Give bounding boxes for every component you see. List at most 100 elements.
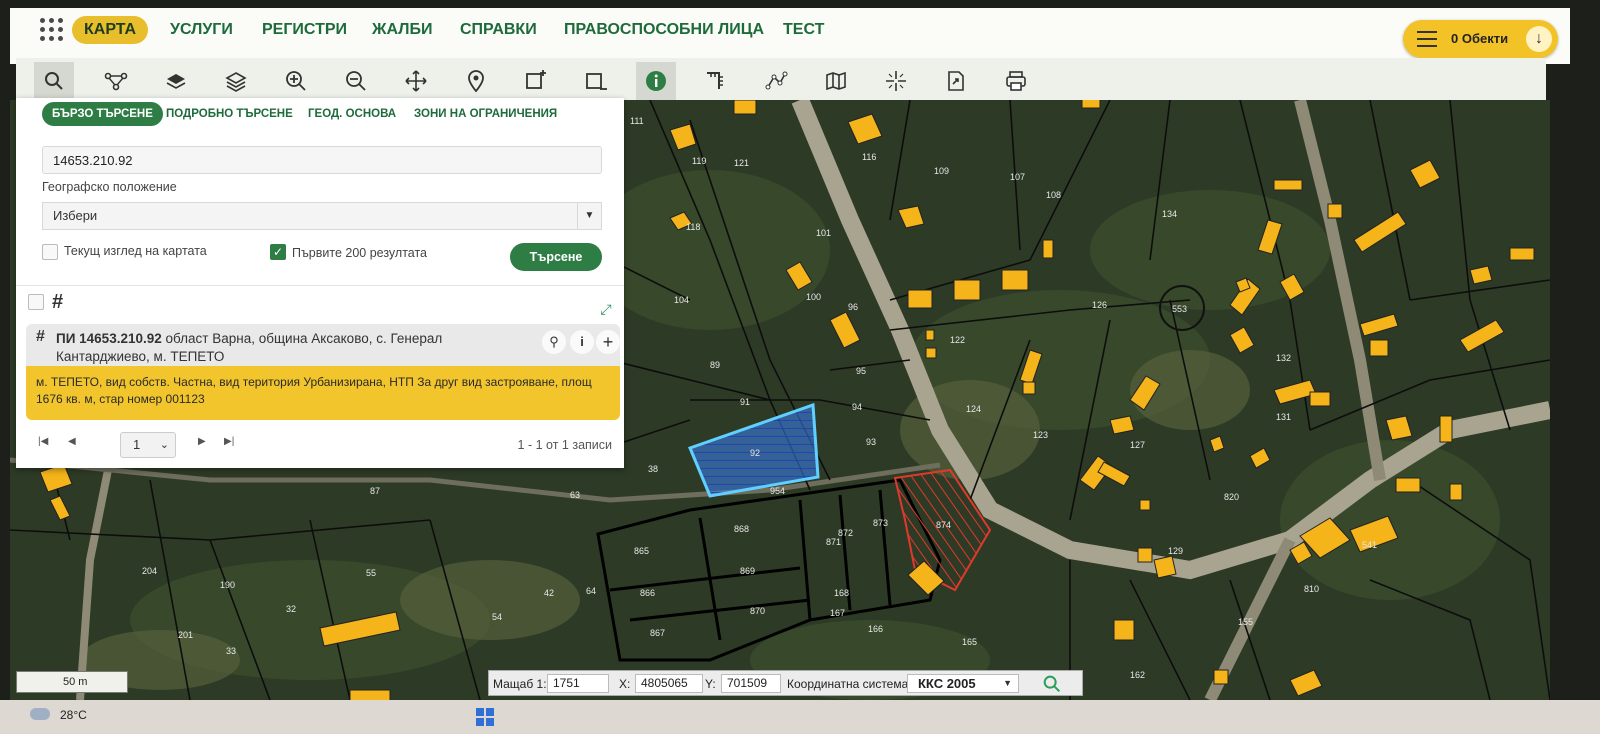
os-taskbar: 28°C xyxy=(0,700,1600,734)
layers-icon[interactable] xyxy=(156,62,196,100)
svg-text:820: 820 xyxy=(1224,492,1239,502)
geo-location-label: Географско положение xyxy=(42,180,177,194)
pan-icon[interactable] xyxy=(396,62,436,100)
nav-licensed-persons[interactable]: ПРАВОСПОСОБНИ ЛИЦА xyxy=(564,16,764,44)
divider xyxy=(16,285,624,286)
svg-text:95: 95 xyxy=(856,366,866,376)
caret-down-icon: ▼ xyxy=(1003,678,1012,688)
layers-stack-icon[interactable] xyxy=(216,62,256,100)
geo-location-value: Избери xyxy=(53,208,98,223)
last-page-icon[interactable]: ▶| xyxy=(224,436,234,447)
menu-icon xyxy=(1417,31,1437,47)
tab-quick-search[interactable]: БЪРЗО ТЪРСЕНЕ xyxy=(42,102,163,126)
page-number: 1 xyxy=(133,437,141,452)
svg-text:111: 111 xyxy=(630,116,644,126)
crosshair-icon[interactable] xyxy=(876,62,916,100)
search-icon[interactable] xyxy=(34,62,74,100)
svg-text:162: 162 xyxy=(1130,670,1145,680)
tab-geodetic-base[interactable]: ГЕОД. ОСНОВА xyxy=(308,102,396,126)
svg-text:872: 872 xyxy=(838,528,853,538)
nav-services[interactable]: УСЛУГИ xyxy=(170,16,233,44)
svg-text:866: 866 xyxy=(640,588,655,598)
svg-text:32: 32 xyxy=(286,604,296,614)
svg-text:127: 127 xyxy=(1130,440,1145,450)
svg-text:116: 116 xyxy=(862,152,876,162)
scale-value[interactable]: 1751 xyxy=(547,674,609,693)
svg-text:165: 165 xyxy=(962,637,977,647)
map-icon[interactable] xyxy=(816,62,856,100)
zoom-out-icon[interactable] xyxy=(336,62,376,100)
select-all-checkbox[interactable] xyxy=(28,294,44,310)
zoom-in-icon[interactable] xyxy=(276,62,316,100)
next-page-icon[interactable]: ▶ xyxy=(198,436,206,447)
hash-icon: # xyxy=(52,291,64,313)
tab-detailed-search[interactable]: ПОДРОБНО ТЪРСЕНЕ xyxy=(166,102,293,126)
marker-icon[interactable] xyxy=(456,62,496,100)
arrow-down-icon[interactable]: ↓ xyxy=(1526,26,1552,52)
nav-registers[interactable]: РЕГИСТРИ xyxy=(262,16,347,44)
pagination: |◀ ◀ 1 ⌄ ▶ ▶| 1 - 1 от 1 записи xyxy=(36,432,616,458)
svg-text:92: 92 xyxy=(750,448,760,458)
svg-text:168: 168 xyxy=(834,588,849,598)
tab-restriction-zones[interactable]: ЗОНИ НА ОГРАНИЧЕНИЯ xyxy=(414,102,557,126)
result-title: ПИ 14653.210.92 област Варна, община Акс… xyxy=(56,330,526,366)
svg-text:867: 867 xyxy=(650,628,665,638)
info-icon[interactable]: i xyxy=(570,330,594,354)
svg-text:204: 204 xyxy=(142,566,157,576)
page-select[interactable]: 1 ⌄ xyxy=(120,432,176,458)
nav-reports[interactable]: СПРАВКИ xyxy=(460,16,537,44)
objects-button[interactable]: 0 Обекти ↓ xyxy=(1403,20,1558,58)
search-icon[interactable] xyxy=(1041,673,1063,695)
hash-icon: # xyxy=(36,328,45,345)
polyline-icon[interactable] xyxy=(756,62,796,100)
svg-text:134: 134 xyxy=(1162,209,1177,219)
svg-text:104: 104 xyxy=(674,295,689,305)
nav-map[interactable]: КАРТА xyxy=(72,16,149,44)
search-button[interactable]: Търсене xyxy=(510,243,602,271)
svg-text:118: 118 xyxy=(686,222,700,232)
x-value: 4805065 xyxy=(635,674,703,693)
svg-text:89: 89 xyxy=(710,360,720,370)
result-description: м. ТЕПЕТО, вид собств. Частна, вид терит… xyxy=(36,375,592,406)
nav-complaints[interactable]: ЖАЛБИ xyxy=(372,16,432,44)
geo-location-select[interactable]: Избери ▼ xyxy=(42,202,602,230)
svg-text:42: 42 xyxy=(544,588,554,598)
info-icon[interactable] xyxy=(636,62,676,100)
first-200-checkbox[interactable]: ✓ xyxy=(270,244,286,260)
prev-page-icon[interactable]: ◀ xyxy=(68,436,76,447)
svg-text:871: 871 xyxy=(826,537,841,547)
select-add-icon[interactable] xyxy=(516,62,556,100)
crs-value: ККС 2005 xyxy=(918,676,976,691)
svg-text:55: 55 xyxy=(366,568,376,578)
apps-grid-icon[interactable] xyxy=(40,18,64,42)
nav-test[interactable]: ТЕСТ xyxy=(783,16,824,44)
svg-text:167: 167 xyxy=(830,608,845,618)
expand-icon[interactable]: ⤢ xyxy=(598,301,614,317)
result-card[interactable]: # ПИ 14653.210.92 област Варна, община А… xyxy=(26,324,620,420)
first-page-icon[interactable]: |◀ xyxy=(38,436,48,447)
measure-icon[interactable] xyxy=(696,62,736,100)
svg-text:810: 810 xyxy=(1304,584,1319,594)
svg-text:874: 874 xyxy=(936,520,951,530)
svg-text:869: 869 xyxy=(740,566,755,576)
top-navigation: КАРТА УСЛУГИ РЕГИСТРИ ЖАЛБИ СПРАВКИ ПРАВ… xyxy=(10,8,1570,64)
zoom-to-icon[interactable]: ⚲ xyxy=(542,330,566,354)
crs-select[interactable]: ККС 2005 ▼ xyxy=(907,674,1019,693)
print-icon[interactable] xyxy=(996,62,1036,100)
windows-start-icon[interactable] xyxy=(476,708,494,726)
svg-text:87: 87 xyxy=(370,486,380,496)
svg-text:201: 201 xyxy=(178,630,193,640)
search-input[interactable] xyxy=(42,146,602,174)
current-view-checkbox[interactable] xyxy=(42,244,58,260)
select-remove-icon[interactable] xyxy=(576,62,616,100)
svg-text:64: 64 xyxy=(586,586,596,596)
records-count: 1 - 1 от 1 записи xyxy=(517,438,612,452)
weather-icon[interactable] xyxy=(30,708,50,720)
add-icon[interactable]: + xyxy=(596,330,620,354)
svg-text:868: 868 xyxy=(734,524,749,534)
svg-text:865: 865 xyxy=(634,546,649,556)
route-icon[interactable] xyxy=(96,62,136,100)
objects-count: 0 Обекти xyxy=(1451,31,1509,46)
first-200-label: Първите 200 резултата xyxy=(292,246,427,260)
export-icon[interactable] xyxy=(936,62,976,100)
